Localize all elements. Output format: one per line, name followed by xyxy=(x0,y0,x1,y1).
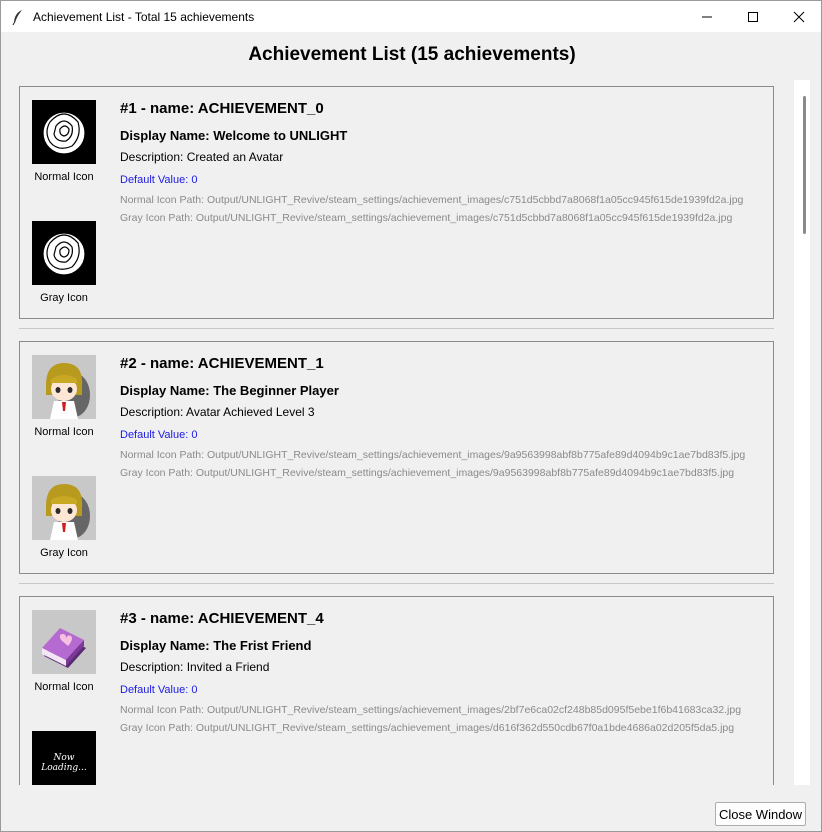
achievement-description: Description: Avatar Achieved Level 3 xyxy=(120,405,315,419)
chibi-girl-icon xyxy=(32,476,96,540)
gray-icon-path: Gray Icon Path: Output/UNLIGHT_Revive/st… xyxy=(120,722,735,734)
achievement-description: Description: Invited a Friend xyxy=(120,660,270,674)
card-separator xyxy=(19,328,774,329)
scrollbar-thumb[interactable] xyxy=(803,96,806,234)
achievement-card: Normal Icon Now Loading... Gray Icon #3 … xyxy=(19,596,774,785)
gray-icon-label: Gray Icon xyxy=(40,547,88,559)
now-loading-text: Now Loading... xyxy=(41,753,87,773)
maximize-button[interactable] xyxy=(730,1,776,32)
achievement-title: #2 - name: ACHIEVEMENT_1 xyxy=(120,355,324,372)
rose-icon xyxy=(32,100,96,164)
now-loading-icon: Now Loading... xyxy=(32,731,96,785)
page-title: Achievement List (15 achievements) xyxy=(248,44,576,65)
achievement-default-value: Default Value: 0 xyxy=(120,684,198,696)
normal-icon-label: Normal Icon xyxy=(34,426,94,438)
card-separator xyxy=(19,583,774,584)
achievement-card: Normal Icon Gray Icon #2 - name: ACHIEVE… xyxy=(19,341,774,574)
maximize-icon xyxy=(748,11,758,22)
achievement-card: Normal Icon Gray Icon #1 - name: ACHIEVE… xyxy=(19,86,774,319)
achievement-display-name: Display Name: The Frist Friend xyxy=(120,638,312,653)
normal-icon-column: Normal Icon xyxy=(32,100,96,183)
normal-icon-column: Normal Icon xyxy=(32,610,96,693)
gray-icon-path: Gray Icon Path: Output/UNLIGHT_Revive/st… xyxy=(120,212,733,224)
achievement-default-value: Default Value: 0 xyxy=(120,174,198,186)
close-window-button[interactable]: Close Window xyxy=(715,802,806,826)
heart-book-icon xyxy=(32,610,96,674)
achievement-default-value: Default Value: 0 xyxy=(120,429,198,441)
gray-icon-column: Gray Icon xyxy=(32,476,96,559)
minimize-button[interactable] xyxy=(684,1,730,32)
gray-icon-column: Gray Icon xyxy=(32,221,96,304)
normal-icon-path: Normal Icon Path: Output/UNLIGHT_Revive/… xyxy=(120,704,742,716)
gray-icon-column: Now Loading... Gray Icon xyxy=(32,731,96,785)
gray-icon-path: Gray Icon Path: Output/UNLIGHT_Revive/st… xyxy=(120,467,735,479)
normal-icon-column: Normal Icon xyxy=(32,355,96,438)
achievement-display-name: Display Name: The Beginner Player xyxy=(120,383,339,398)
rose-icon xyxy=(32,221,96,285)
close-button[interactable] xyxy=(776,1,822,32)
achievement-scroll-area[interactable]: Normal Icon Gray Icon #1 - name: ACHIEVE… xyxy=(14,80,794,785)
achievement-display-name: Display Name: Welcome to UNLIGHT xyxy=(120,128,348,143)
window-title: Achievement List - Total 15 achievements xyxy=(33,10,255,24)
title-bar: Achievement List - Total 15 achievements xyxy=(1,1,821,32)
minimize-icon xyxy=(702,16,712,17)
achievement-title: #3 - name: ACHIEVEMENT_4 xyxy=(120,610,324,627)
normal-icon-path: Normal Icon Path: Output/UNLIGHT_Revive/… xyxy=(120,449,746,461)
normal-icon-label: Normal Icon xyxy=(34,681,94,693)
achievement-list-window: Achievement List - Total 15 achievements… xyxy=(0,0,822,832)
vertical-scrollbar[interactable] xyxy=(794,80,810,785)
achievement-title: #1 - name: ACHIEVEMENT_0 xyxy=(120,100,324,117)
gray-icon-label: Gray Icon xyxy=(40,292,88,304)
achievement-description: Description: Created an Avatar xyxy=(120,150,284,164)
feather-icon xyxy=(12,10,22,25)
chibi-girl-icon xyxy=(32,355,96,419)
close-icon xyxy=(793,11,805,22)
normal-icon-label: Normal Icon xyxy=(34,171,94,183)
normal-icon-path: Normal Icon Path: Output/UNLIGHT_Revive/… xyxy=(120,194,744,206)
